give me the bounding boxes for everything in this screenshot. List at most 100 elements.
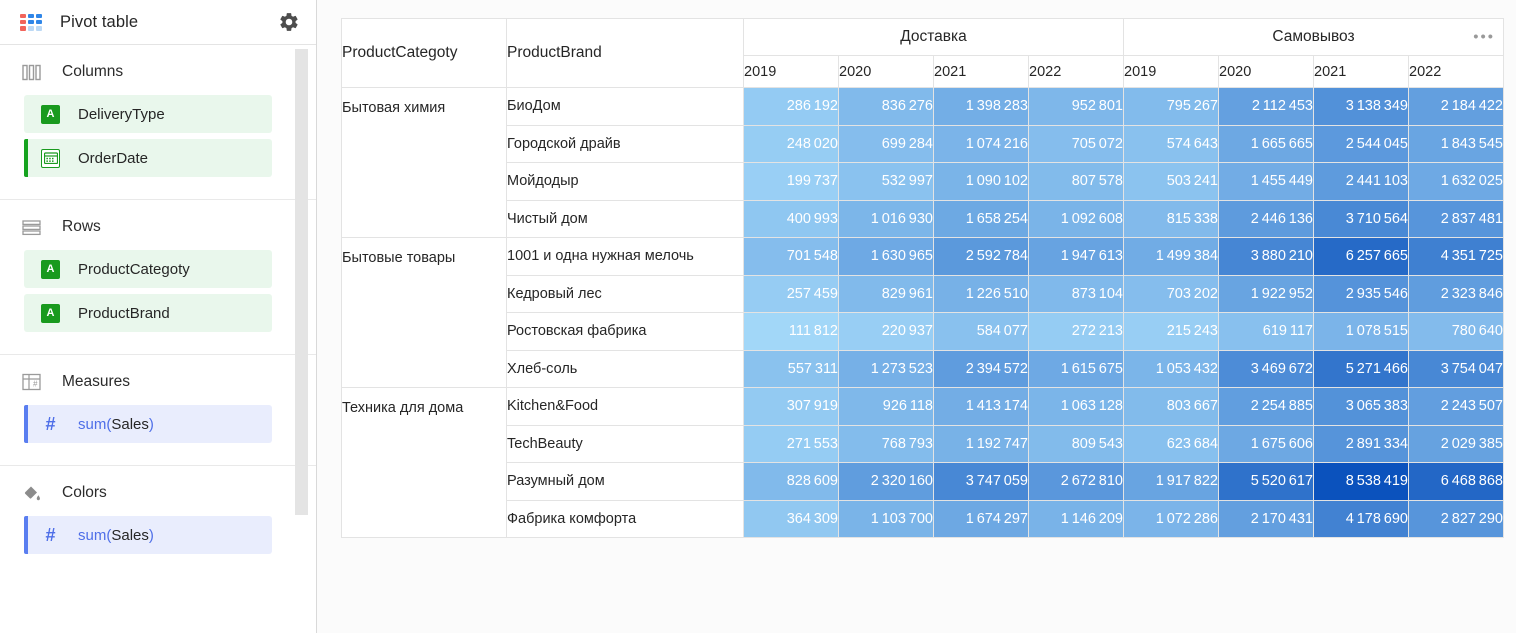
- pivot-value-cell[interactable]: 807 578: [1028, 162, 1124, 201]
- pivot-value-cell[interactable]: 2 184 422: [1408, 87, 1504, 126]
- column-year-header[interactable]: 2022: [1408, 55, 1504, 88]
- pivot-value-cell[interactable]: 1 072 286: [1123, 499, 1219, 538]
- pivot-value-cell[interactable]: 829 961: [838, 274, 934, 313]
- pivot-value-cell[interactable]: 2 394 572: [933, 349, 1029, 388]
- pivot-value-cell[interactable]: 1 016 930: [838, 199, 934, 238]
- pivot-value-cell[interactable]: 220 937: [838, 312, 934, 351]
- pivot-value-cell[interactable]: 1 192 747: [933, 424, 1029, 463]
- pivot-value-cell[interactable]: 2 446 136: [1218, 199, 1314, 238]
- pivot-value-cell[interactable]: 3 710 564: [1313, 199, 1409, 238]
- pivot-value-cell[interactable]: 1 499 384: [1123, 237, 1219, 276]
- pivot-value-cell[interactable]: 1 658 254: [933, 199, 1029, 238]
- row-header-brand[interactable]: 1001 и одна нужная мелочь: [506, 237, 744, 276]
- pivot-value-cell[interactable]: 4 351 725: [1408, 237, 1504, 276]
- pivot-value-cell[interactable]: 400 993: [743, 199, 839, 238]
- pivot-value-cell[interactable]: 836 276: [838, 87, 934, 126]
- pivot-value-cell[interactable]: 5 271 466: [1313, 349, 1409, 388]
- pivot-value-cell[interactable]: 623 684: [1123, 424, 1219, 463]
- pivot-value-cell[interactable]: 364 309: [743, 499, 839, 538]
- pivot-value-cell[interactable]: 703 202: [1123, 274, 1219, 313]
- row-header-brand[interactable]: Разумный дом: [506, 462, 744, 501]
- field-chip-sum-sales-[interactable]: # sum(Sales): [24, 516, 272, 554]
- pivot-value-cell[interactable]: 1 632 025: [1408, 162, 1504, 201]
- pivot-value-cell[interactable]: 1 092 608: [1028, 199, 1124, 238]
- pivot-value-cell[interactable]: 2 112 453: [1218, 87, 1314, 126]
- row-header-brand[interactable]: Кедровый лес: [506, 274, 744, 313]
- pivot-value-cell[interactable]: 111 812: [743, 312, 839, 351]
- pivot-value-cell[interactable]: 557 311: [743, 349, 839, 388]
- pivot-value-cell[interactable]: 271 553: [743, 424, 839, 463]
- pivot-value-cell[interactable]: 699 284: [838, 124, 934, 163]
- pivot-value-cell[interactable]: 215 243: [1123, 312, 1219, 351]
- pivot-value-cell[interactable]: 1 053 432: [1123, 349, 1219, 388]
- pivot-value-cell[interactable]: 307 919: [743, 387, 839, 426]
- pivot-value-cell[interactable]: 1 674 297: [933, 499, 1029, 538]
- column-year-header[interactable]: 2021: [933, 55, 1029, 88]
- pivot-value-cell[interactable]: 2 323 846: [1408, 274, 1504, 313]
- pivot-value-cell[interactable]: 257 459: [743, 274, 839, 313]
- pivot-value-cell[interactable]: 701 548: [743, 237, 839, 276]
- pivot-value-cell[interactable]: 2 320 160: [838, 462, 934, 501]
- row-header-brand[interactable]: Чистый дом: [506, 199, 744, 238]
- row-header-brand[interactable]: Фабрика комфорта: [506, 499, 744, 538]
- pivot-value-cell[interactable]: 1 665 665: [1218, 124, 1314, 163]
- pivot-value-cell[interactable]: 2 827 290: [1408, 499, 1504, 538]
- pivot-value-cell[interactable]: 1 455 449: [1218, 162, 1314, 201]
- column-group-header[interactable]: Доставка: [743, 18, 1124, 56]
- pivot-value-cell[interactable]: 2 243 507: [1408, 387, 1504, 426]
- pivot-value-cell[interactable]: 705 072: [1028, 124, 1124, 163]
- pivot-value-cell[interactable]: 1 630 965: [838, 237, 934, 276]
- pivot-value-cell[interactable]: 532 997: [838, 162, 934, 201]
- pivot-value-cell[interactable]: 584 077: [933, 312, 1029, 351]
- row-header-brand[interactable]: Мойдодыр: [506, 162, 744, 201]
- pivot-value-cell[interactable]: 2 254 885: [1218, 387, 1314, 426]
- pivot-value-cell[interactable]: 6 257 665: [1313, 237, 1409, 276]
- pivot-value-cell[interactable]: 768 793: [838, 424, 934, 463]
- pivot-value-cell[interactable]: 952 801: [1028, 87, 1124, 126]
- field-chip-orderdate[interactable]: OrderDate: [24, 139, 272, 177]
- column-year-header[interactable]: 2019: [1123, 55, 1219, 88]
- pivot-value-cell[interactable]: 2 441 103: [1313, 162, 1409, 201]
- pivot-value-cell[interactable]: 3 138 349: [1313, 87, 1409, 126]
- pivot-value-cell[interactable]: 3 754 047: [1408, 349, 1504, 388]
- pivot-value-cell[interactable]: 1 615 675: [1028, 349, 1124, 388]
- row-header-brand[interactable]: Городской драйв: [506, 124, 744, 163]
- pivot-value-cell[interactable]: 6 468 868: [1408, 462, 1504, 501]
- row-header-label-category[interactable]: ProductCategoty: [341, 18, 507, 88]
- field-chip-deliverytype[interactable]: A DeliveryType: [24, 95, 272, 133]
- column-year-header[interactable]: 2019: [743, 55, 839, 88]
- pivot-value-cell[interactable]: 1 398 283: [933, 87, 1029, 126]
- column-year-header[interactable]: 2020: [1218, 55, 1314, 88]
- pivot-value-cell[interactable]: 286 192: [743, 87, 839, 126]
- pivot-value-cell[interactable]: 1 078 515: [1313, 312, 1409, 351]
- pivot-value-cell[interactable]: 1 273 523: [838, 349, 934, 388]
- column-year-header[interactable]: 2022: [1028, 55, 1124, 88]
- pivot-value-cell[interactable]: 2 837 481: [1408, 199, 1504, 238]
- overflow-menu-icon[interactable]: •••: [1473, 30, 1495, 45]
- row-header-brand[interactable]: Kitchen&Food: [506, 387, 744, 426]
- field-chip-productcategoty[interactable]: A ProductCategoty: [24, 250, 272, 288]
- pivot-value-cell[interactable]: 8 538 419: [1313, 462, 1409, 501]
- pivot-value-cell[interactable]: 828 609: [743, 462, 839, 501]
- pivot-value-cell[interactable]: 619 117: [1218, 312, 1314, 351]
- pivot-value-cell[interactable]: 873 104: [1028, 274, 1124, 313]
- pivot-value-cell[interactable]: 2 029 385: [1408, 424, 1504, 463]
- pivot-value-cell[interactable]: 1 843 545: [1408, 124, 1504, 163]
- row-header-brand[interactable]: БиоДом: [506, 87, 744, 126]
- column-year-header[interactable]: 2020: [838, 55, 934, 88]
- pivot-value-cell[interactable]: 926 118: [838, 387, 934, 426]
- pivot-value-cell[interactable]: 780 640: [1408, 312, 1504, 351]
- row-header-category[interactable]: Бытовая химия: [341, 87, 507, 238]
- pivot-value-cell[interactable]: 2 935 546: [1313, 274, 1409, 313]
- pivot-value-cell[interactable]: 2 544 045: [1313, 124, 1409, 163]
- pivot-value-cell[interactable]: 795 267: [1123, 87, 1219, 126]
- pivot-value-cell[interactable]: 3 747 059: [933, 462, 1029, 501]
- row-header-category[interactable]: Техника для дома: [341, 387, 507, 538]
- pivot-value-cell[interactable]: 3 880 210: [1218, 237, 1314, 276]
- pivot-value-cell[interactable]: 503 241: [1123, 162, 1219, 201]
- pivot-value-cell[interactable]: 1 922 952: [1218, 274, 1314, 313]
- pivot-value-cell[interactable]: 2 672 810: [1028, 462, 1124, 501]
- pivot-value-cell[interactable]: 1 074 216: [933, 124, 1029, 163]
- row-header-brand[interactable]: Ростовская фабрика: [506, 312, 744, 351]
- pivot-value-cell[interactable]: 1 917 822: [1123, 462, 1219, 501]
